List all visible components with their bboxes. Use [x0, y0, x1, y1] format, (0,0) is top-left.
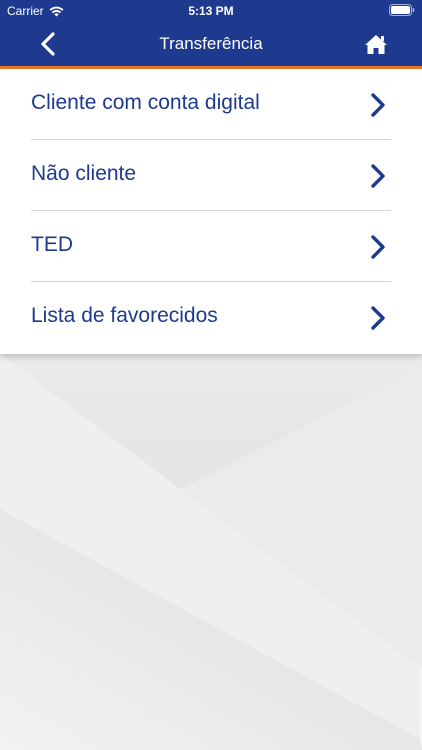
chevron-right-icon [371, 164, 385, 188]
header: Carrier 5:13 PM Transferência [0, 0, 422, 68]
chevron-right-icon [371, 235, 385, 259]
list-item-label: Cliente com conta digital [31, 91, 260, 114]
battery-icon [389, 4, 415, 19]
list-item[interactable]: Cliente com conta digital [31, 69, 391, 140]
navigation-bar: Transferência [0, 22, 422, 66]
status-bar: Carrier 5:13 PM [0, 0, 422, 22]
list-item[interactable]: Lista de favorecidos [31, 282, 391, 353]
page-title: Transferência [159, 34, 263, 53]
list-item-label: Não cliente [31, 162, 137, 185]
list-item-label: TED [31, 233, 73, 256]
transfer-options-list: Cliente com conta digital Não cliente TE… [0, 69, 422, 354]
chevron-right-icon [371, 306, 385, 330]
home-button[interactable] [362, 30, 390, 58]
home-icon [365, 34, 387, 54]
status-time: 5:13 PM [188, 4, 234, 18]
list-item-label: Lista de favorecidos [31, 304, 218, 327]
list-item[interactable]: Não cliente [31, 140, 391, 211]
list-item[interactable]: TED [31, 211, 391, 282]
chevron-right-icon [371, 93, 385, 117]
